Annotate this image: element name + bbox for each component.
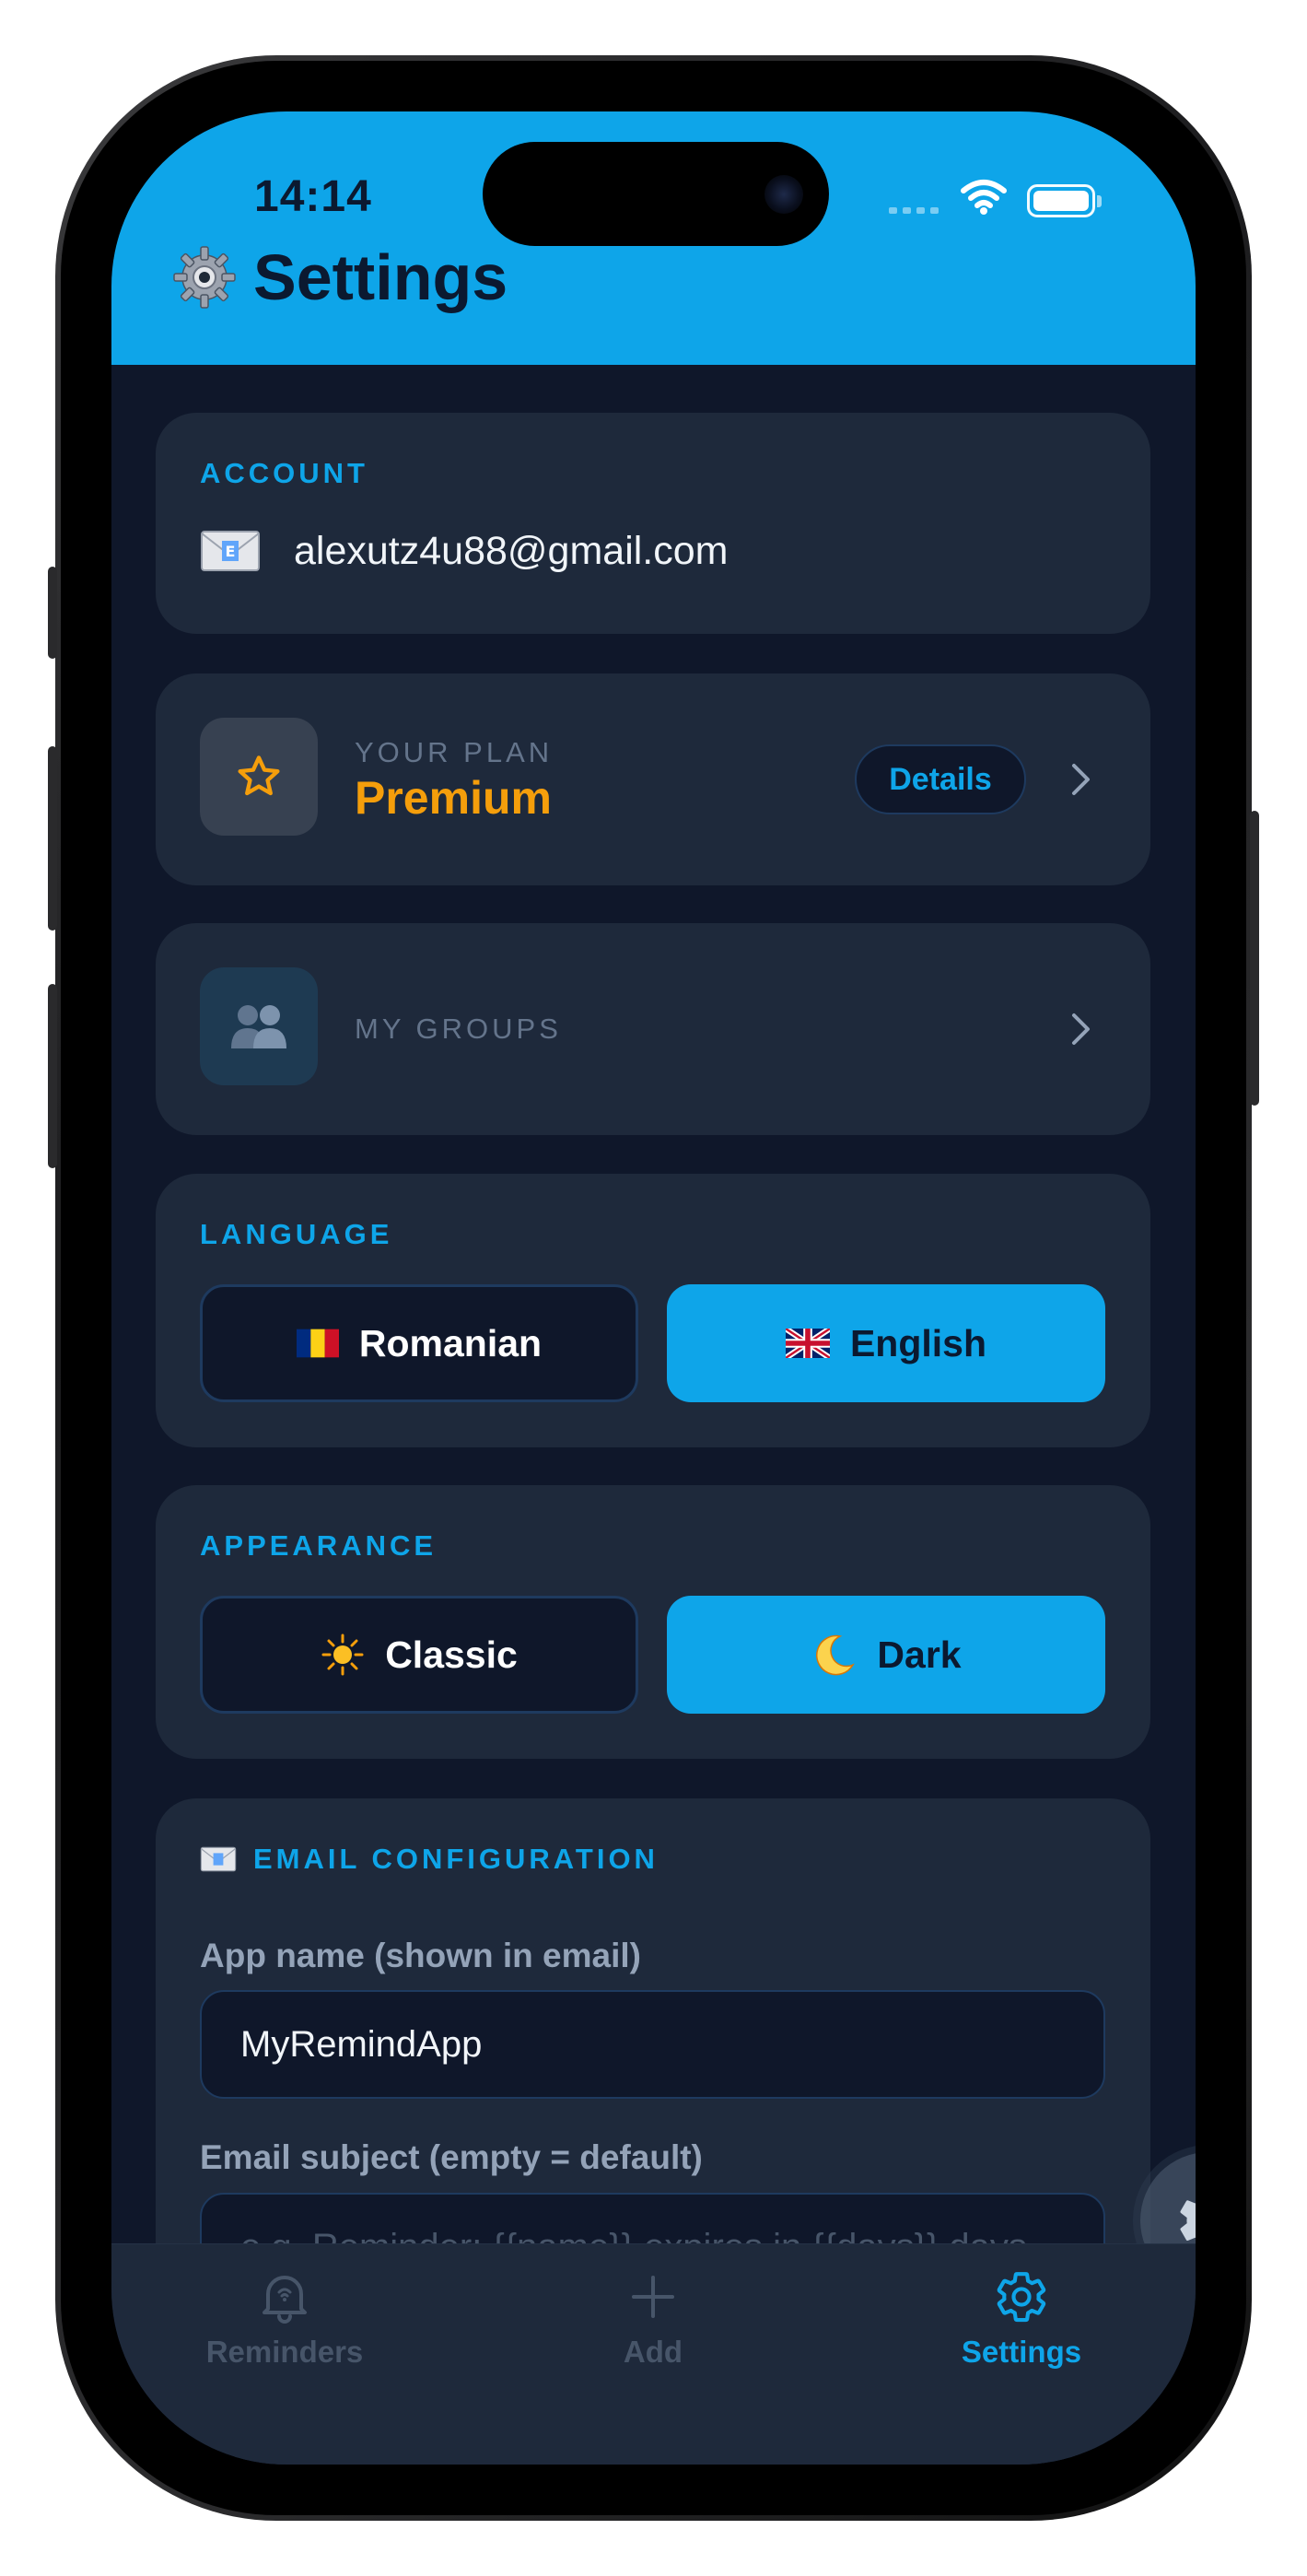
signal-icon — [889, 207, 939, 214]
volume-up-button — [48, 746, 57, 931]
tab-settings[interactable]: Settings — [883, 2268, 1160, 2370]
envelope-icon: E — [201, 531, 260, 571]
moon-icon — [816, 1634, 856, 1676]
battery-tip — [1097, 195, 1102, 207]
sun-icon — [321, 1633, 364, 1676]
email-config-header: EMAIL CONFIGURATION — [200, 1843, 659, 1876]
power-button — [1250, 811, 1259, 1106]
language-option-label: Romanian — [358, 1321, 543, 1364]
header-bar: 14:14 Settings — [111, 111, 1196, 365]
battery-icon — [1027, 184, 1095, 217]
tab-label: Add — [623, 2335, 683, 2369]
appearance-option-classic[interactable]: Classic — [200, 1596, 638, 1714]
wifi-icon — [961, 180, 1007, 215]
account-card: ACCOUNT E alexutz4u88@gmail.com — [156, 413, 1150, 634]
email-subject-label: Email subject (empty = default) — [200, 2138, 703, 2176]
title-text: Settings — [253, 241, 508, 313]
details-button[interactable]: Details — [855, 744, 1026, 814]
svg-text:E: E — [226, 543, 236, 560]
groups-icon-box — [200, 967, 318, 1085]
envelope-icon — [200, 1846, 237, 1872]
plus-icon — [632, 2276, 674, 2318]
appearance-option-label: Classic — [385, 1633, 518, 1676]
status-time: 14:14 — [254, 172, 372, 221]
tab-add[interactable]: Add — [515, 2268, 791, 2370]
appearance-option-dark[interactable]: Dark — [667, 1596, 1105, 1714]
plan-name: Premium — [355, 772, 552, 824]
action-button — [48, 567, 57, 659]
volume-down-button — [48, 984, 57, 1168]
account-row: E alexutz4u88@gmail.com — [200, 528, 729, 574]
appearance-card: APPEARANCE Classic Dark — [156, 1485, 1150, 1759]
appearance-option-label: Dark — [877, 1633, 962, 1676]
tab-reminders[interactable]: Reminders — [146, 2268, 423, 2370]
star-icon — [238, 755, 280, 796]
plan-label: YOUR PLAN — [355, 736, 554, 768]
gear-icon — [997, 2272, 1046, 2323]
email-config-label: EMAIL CONFIGURATION — [253, 1843, 659, 1875]
app-name-label: App name (shown in email) — [200, 1937, 641, 1974]
tab-label: Settings — [961, 2335, 1082, 2369]
bell-icon — [263, 2276, 307, 2324]
app-name-value: MyRemindApp — [240, 2023, 483, 2065]
language-option-label: English — [849, 1321, 987, 1364]
groups-label: MY GROUPS — [355, 1013, 562, 1045]
language-option-english[interactable]: English — [667, 1284, 1105, 1402]
chevron-right-icon — [1072, 764, 1090, 795]
front-camera — [764, 175, 803, 214]
romania-flag-icon — [296, 1329, 339, 1358]
plan-card[interactable]: YOUR PLAN Premium Details — [156, 673, 1150, 885]
uk-flag-icon — [785, 1329, 830, 1358]
chevron-right-icon — [1072, 1013, 1090, 1045]
page-title: Settings — [172, 240, 508, 314]
app-name-input[interactable]: MyRemindApp — [200, 1990, 1105, 2099]
account-email: alexutz4u88@gmail.com — [294, 528, 729, 573]
people-icon — [231, 1005, 286, 1048]
dynamic-island — [483, 142, 829, 246]
language-card: LANGUAGE Romanian English — [156, 1174, 1150, 1447]
gear-icon — [173, 246, 236, 309]
account-label: ACCOUNT — [200, 457, 368, 489]
language-label: LANGUAGE — [200, 1218, 393, 1250]
tab-bar: Reminders Add Settings — [111, 2243, 1196, 2465]
app-screen: 14:14 Settings ACCOUNT E alexutz4u88@gma… — [111, 111, 1196, 2465]
appearance-label: APPEARANCE — [200, 1529, 438, 1562]
groups-card[interactable]: MY GROUPS — [156, 923, 1150, 1135]
plan-icon-box — [200, 718, 318, 836]
language-option-romanian[interactable]: Romanian — [200, 1284, 638, 1402]
tab-label: Reminders — [205, 2335, 364, 2369]
